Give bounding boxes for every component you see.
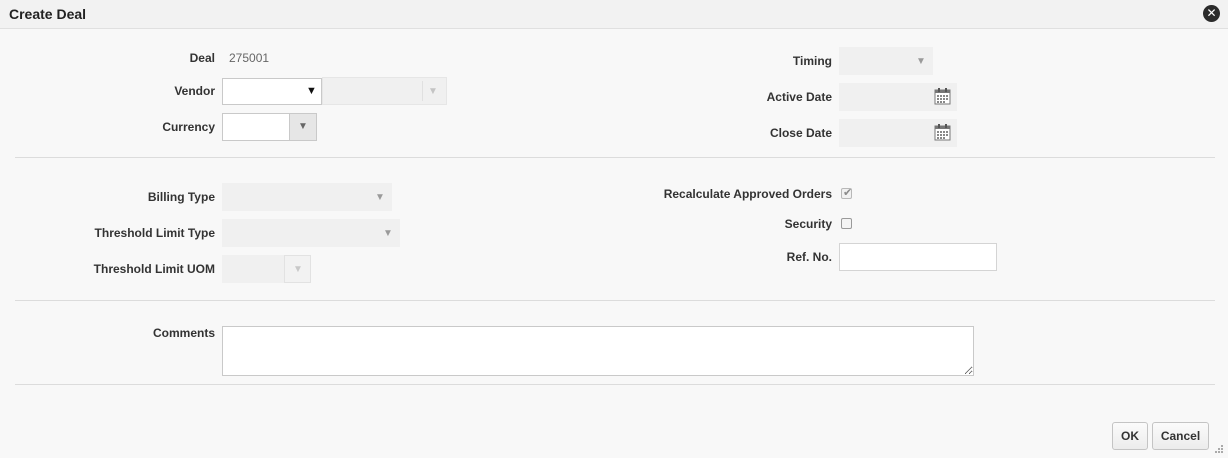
section-divider	[15, 157, 1215, 158]
section-divider	[15, 300, 1215, 301]
timing-label: Timing	[792, 54, 832, 68]
security-label: Security	[784, 217, 832, 231]
chevron-down-icon: ▼	[383, 228, 393, 239]
ok-button[interactable]: OK	[1112, 422, 1148, 450]
resize-grip-icon[interactable]	[1213, 443, 1224, 454]
vendor-select[interactable]: ▼	[222, 78, 322, 105]
threshold-limit-uom-input	[222, 255, 284, 283]
checkmark-icon: ✔	[843, 187, 853, 199]
active-date-label: Active Date	[766, 90, 832, 104]
comments-label: Comments	[152, 326, 215, 340]
chevron-down-icon: ▼	[375, 192, 385, 203]
chevron-down-icon: ▼	[916, 56, 926, 67]
chevron-down-icon: ▼	[428, 86, 438, 97]
close-date-label: Close Date	[769, 126, 832, 140]
close-date-input[interactable]	[839, 119, 957, 147]
close-icon[interactable]: ✕	[1203, 5, 1220, 22]
deal-value: 275001	[229, 51, 270, 65]
threshold-limit-type-select[interactable]: ▼	[222, 219, 400, 247]
chevron-down-icon: ▼	[293, 264, 303, 275]
vendor-label: Vendor	[174, 84, 215, 98]
active-date-input[interactable]	[839, 83, 957, 111]
dialog-title-bar: Create Deal ✕	[0, 0, 1228, 29]
separator	[422, 81, 423, 101]
threshold-limit-uom-label: Threshold Limit UOM	[93, 262, 215, 276]
calendar-icon[interactable]	[934, 88, 951, 105]
calendar-icon[interactable]	[934, 124, 951, 141]
recalculate-approved-orders-checkbox: ✔	[841, 187, 853, 199]
currency-dropdown-button[interactable]: ▼	[289, 113, 317, 141]
billing-type-label: Billing Type	[147, 190, 215, 204]
ref-no-label: Ref. No.	[786, 250, 832, 264]
recalculate-approved-orders-label: Recalculate Approved Orders	[663, 187, 832, 201]
currency-label: Currency	[162, 120, 215, 134]
dialog-title: Create Deal	[9, 6, 87, 22]
security-checkbox[interactable]	[841, 218, 852, 229]
billing-type-select[interactable]: ▼	[222, 183, 392, 211]
comments-textarea[interactable]	[222, 326, 974, 376]
chevron-down-icon: ▼	[306, 85, 317, 97]
threshold-limit-uom-dropdown-button: ▼	[284, 255, 311, 283]
chevron-down-icon: ▼	[298, 121, 308, 132]
currency-input[interactable]	[222, 113, 290, 141]
vendor-site-select: ▼	[322, 77, 447, 105]
timing-select[interactable]: ▼	[839, 47, 933, 75]
deal-label: Deal	[189, 51, 215, 65]
cancel-button[interactable]: Cancel	[1152, 422, 1209, 450]
threshold-limit-type-label: Threshold Limit Type	[94, 226, 215, 240]
section-divider	[15, 384, 1215, 385]
ref-no-input[interactable]	[839, 243, 997, 271]
